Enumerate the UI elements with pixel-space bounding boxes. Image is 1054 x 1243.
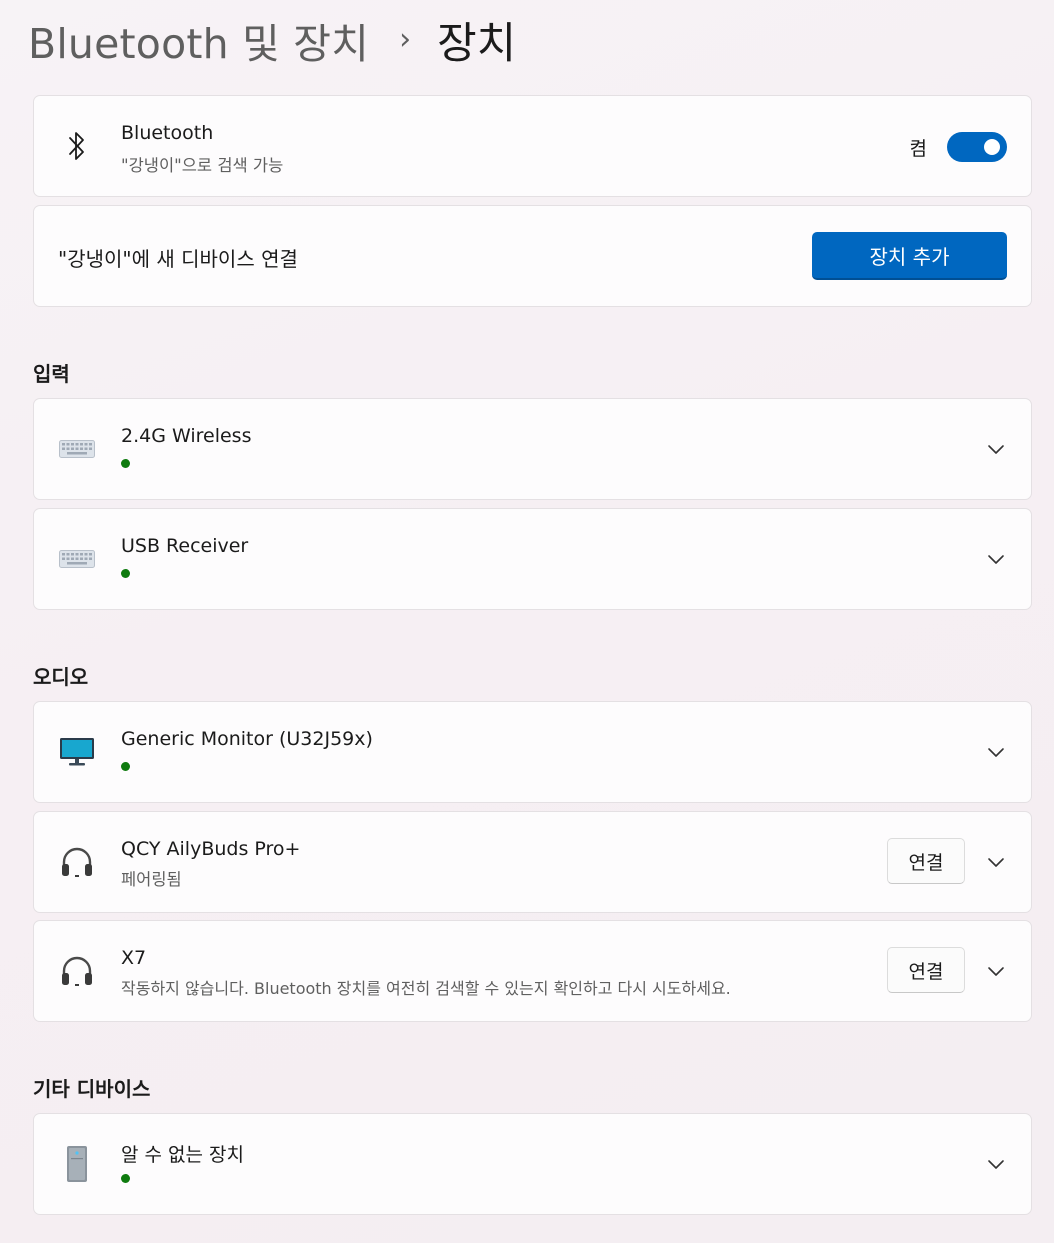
connected-status-dot bbox=[121, 459, 130, 468]
device-name: Generic Monitor (U32J59x) bbox=[121, 728, 373, 750]
device-status-text: 페어링됨 bbox=[121, 870, 182, 889]
chevron-down-icon[interactable] bbox=[985, 851, 1007, 873]
keyboard-icon bbox=[58, 430, 96, 468]
chevron-down-icon[interactable] bbox=[985, 548, 1007, 570]
device-card-x7[interactable]: X7 작동하지 않습니다. Bluetooth 장치를 여전히 검색할 수 있는… bbox=[33, 920, 1032, 1022]
bluetooth-card: Bluetooth "강냉이"으로 검색 가능 켬 bbox=[33, 95, 1032, 197]
toggle-knob bbox=[984, 139, 1000, 155]
bluetooth-icon bbox=[58, 127, 96, 165]
chevron-down-icon[interactable] bbox=[985, 1153, 1007, 1175]
device-status-text: 작동하지 않습니다. Bluetooth 장치를 여전히 검색할 수 있는지 확… bbox=[121, 979, 731, 998]
device-name: QCY AilyBuds Pro+ bbox=[121, 838, 301, 860]
add-device-text: "강냉이"에 새 디바이스 연결 bbox=[58, 247, 298, 271]
bluetooth-discoverable-text: "강냉이"으로 검색 가능 bbox=[121, 156, 284, 175]
device-card-qcy-ailybuds[interactable]: QCY AilyBuds Pro+ 페어링됨 연결 bbox=[33, 811, 1032, 913]
bluetooth-toggle-label: 켬 bbox=[909, 138, 927, 160]
section-heading-audio: 오디오 bbox=[33, 665, 89, 689]
device-name: X7 bbox=[121, 947, 147, 969]
device-name: 2.4G Wireless bbox=[121, 425, 252, 447]
breadcrumb-parent-link[interactable]: Bluetooth 및 장치 bbox=[28, 10, 369, 70]
connected-status-dot bbox=[121, 762, 130, 771]
headphones-icon bbox=[58, 843, 96, 881]
pc-tower-icon bbox=[58, 1145, 96, 1183]
breadcrumb-chevron-icon: › bbox=[399, 21, 412, 57]
connect-button[interactable]: 연결 bbox=[887, 947, 965, 993]
keyboard-icon bbox=[58, 540, 96, 578]
device-card-unknown-device[interactable]: 알 수 없는 장치 bbox=[33, 1113, 1032, 1215]
device-name: 알 수 없는 장치 bbox=[121, 1144, 244, 1166]
page-title: 장치 bbox=[437, 19, 517, 69]
section-heading-other-devices: 기타 디바이스 bbox=[33, 1077, 151, 1101]
add-device-card: "강냉이"에 새 디바이스 연결 장치 추가 bbox=[33, 205, 1032, 307]
connected-status-dot bbox=[121, 569, 130, 578]
headphones-icon bbox=[58, 952, 96, 990]
monitor-icon bbox=[58, 733, 96, 771]
device-card-generic-monitor[interactable]: Generic Monitor (U32J59x) bbox=[33, 701, 1032, 803]
bluetooth-title: Bluetooth bbox=[121, 122, 214, 144]
connect-button[interactable]: 연결 bbox=[887, 838, 965, 884]
breadcrumb: Bluetooth 및 장치 › 장치 bbox=[28, 8, 516, 72]
chevron-down-icon[interactable] bbox=[985, 741, 1007, 763]
section-heading-input: 입력 bbox=[33, 362, 70, 386]
connected-status-dot bbox=[121, 1174, 130, 1183]
device-name: USB Receiver bbox=[121, 535, 249, 557]
chevron-down-icon[interactable] bbox=[985, 438, 1007, 460]
add-device-button[interactable]: 장치 추가 bbox=[812, 232, 1007, 280]
device-card-usb-receiver[interactable]: USB Receiver bbox=[33, 508, 1032, 610]
chevron-down-icon[interactable] bbox=[985, 960, 1007, 982]
device-card-2-4g-wireless[interactable]: 2.4G Wireless bbox=[33, 398, 1032, 500]
bluetooth-toggle[interactable] bbox=[947, 132, 1007, 162]
